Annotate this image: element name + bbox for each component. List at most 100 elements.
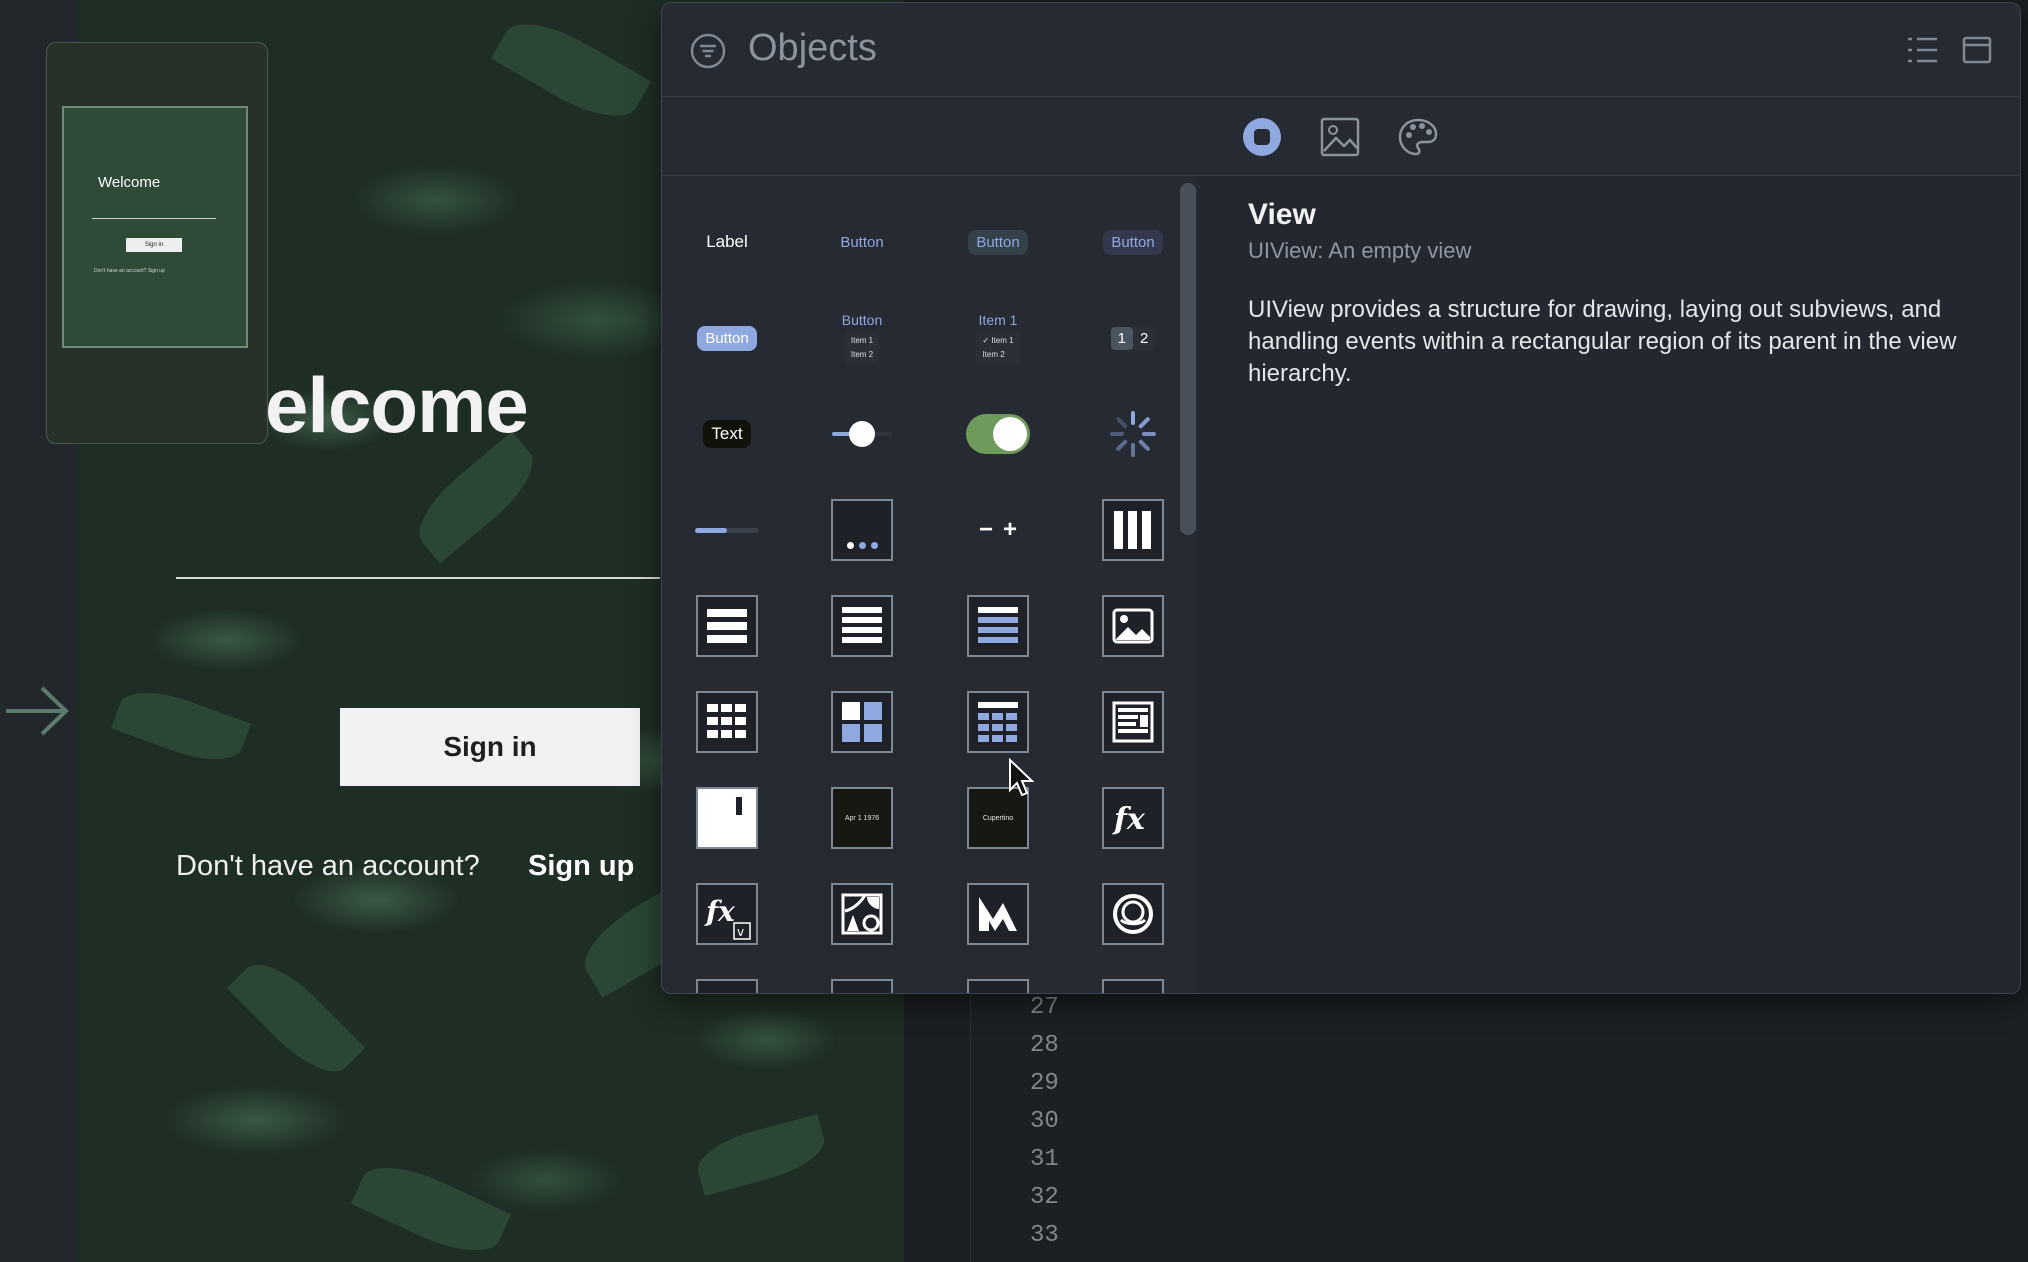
pop-up-button-text: Item 1 <box>978 312 1018 328</box>
map-icon <box>831 883 893 945</box>
formula-variable-object[interactable]: fx v <box>695 882 759 946</box>
menu-preview: Item 1 Item 2 <box>844 332 880 364</box>
detail-description: UIView provides a structure for drawing,… <box>1248 296 1957 387</box>
group-object[interactable] <box>1101 978 1165 993</box>
spinner-icon <box>1110 411 1156 457</box>
line-number: 27 <box>1030 994 1059 1021</box>
expression-object[interactable]: fx <box>1101 786 1165 850</box>
preview-sign-in-button: Sign in <box>126 238 182 252</box>
button-object-text: Button <box>840 233 884 251</box>
metal-icon <box>967 883 1029 945</box>
library-tabs <box>662 97 2020 176</box>
text-view-icon <box>1102 691 1164 753</box>
map-object[interactable] <box>830 882 894 946</box>
filter-icon[interactable] <box>690 33 726 69</box>
stepper-object[interactable]: − + <box>966 498 1030 562</box>
group-icon <box>831 979 893 993</box>
menu-item: Item 1 <box>850 336 874 345</box>
pull-down-button-object[interactable]: Button Item 1 Item 2 <box>830 306 894 370</box>
page-dot <box>846 542 854 549</box>
menu-item: Item 2 <box>982 350 1005 359</box>
filled-button-object[interactable]: Button <box>695 306 759 370</box>
tinted-button-object[interactable]: Button <box>1101 210 1165 274</box>
page-dot <box>858 542 866 549</box>
mouse-cursor-icon <box>1009 758 1034 797</box>
leaf-decoration <box>111 679 251 773</box>
minus-icon: − <box>978 516 993 543</box>
page-dot <box>870 542 878 549</box>
pull-down-button-text: Button <box>841 312 883 328</box>
slider-object[interactable] <box>830 402 894 466</box>
leaf-decoration <box>491 6 651 134</box>
color-palette-icon[interactable] <box>1398 117 1438 157</box>
segmented-control-object[interactable]: 1 2 <box>1101 306 1165 370</box>
filled-button-text: Button <box>697 325 757 351</box>
collection-view-controller-object[interactable] <box>966 690 1030 754</box>
scrollbar-thumb[interactable] <box>1180 183 1196 535</box>
text-field-underline[interactable] <box>176 577 660 579</box>
person-object[interactable] <box>695 978 759 993</box>
object-library-grid: Label Button Button Button Button Button… <box>662 176 1186 993</box>
svg-text:fx: fx <box>1112 802 1146 837</box>
progress-bar-icon <box>695 528 759 533</box>
code-editor[interactable] <box>970 994 2028 1262</box>
leaf-decoration <box>404 431 548 564</box>
gray-button-text: Button <box>968 229 1028 255</box>
person-object[interactable] <box>966 978 1030 993</box>
objects-tab-icon[interactable] <box>1242 117 1282 157</box>
collection-controller-icon <box>967 691 1029 753</box>
line-number: 32 <box>1030 1184 1059 1211</box>
gray-button-object[interactable]: Button <box>966 210 1030 274</box>
view-object[interactable] <box>695 786 759 850</box>
collection-view-icon <box>696 691 758 753</box>
scenekit-icon <box>1102 883 1164 945</box>
preview-footer-text: Don't have an account? Sign up <box>94 268 165 274</box>
scenekit-view-object[interactable] <box>1101 882 1165 946</box>
collection-view-object[interactable] <box>695 690 759 754</box>
no-account-label: Don't have an account? <box>176 850 480 882</box>
menu-item: ✓ Item 1 <box>982 336 1014 345</box>
text-view-object[interactable] <box>1101 690 1165 754</box>
person-icon <box>696 979 758 993</box>
progress-view-object[interactable] <box>695 498 759 562</box>
welcome-heading: elcome <box>265 361 529 449</box>
activity-indicator-object[interactable] <box>1101 402 1165 466</box>
button-object[interactable]: Button <box>830 210 894 274</box>
arrow-right-icon[interactable] <box>2 676 72 746</box>
sign-in-button[interactable]: Sign in <box>340 708 640 786</box>
media-tab-icon[interactable] <box>1320 117 1360 157</box>
text-field-text: Text <box>703 420 751 448</box>
date-picker-tile: Apr 1 1976 <box>831 787 893 849</box>
table-view-object[interactable] <box>695 594 759 658</box>
stack-view-object[interactable] <box>1101 498 1165 562</box>
table-view-cell-object[interactable] <box>830 594 894 658</box>
window-icon[interactable] <box>1962 35 1992 65</box>
detail-subtitle: UIView: An empty view <box>1248 238 1472 263</box>
group-icon <box>1102 979 1164 993</box>
image-view-object[interactable] <box>1101 594 1165 658</box>
switch-object[interactable] <box>966 402 1030 466</box>
collection-view-cell-object[interactable] <box>830 690 894 754</box>
group-object[interactable] <box>830 978 894 993</box>
slider-icon <box>832 421 892 447</box>
tinted-button-text: Button <box>1103 229 1163 255</box>
preview-screen: Welcome Sign in Don't have an account? S… <box>62 106 248 348</box>
metal-view-object[interactable] <box>966 882 1030 946</box>
list-view-icon[interactable] <box>1906 35 1938 65</box>
svg-text:v: v <box>737 925 744 939</box>
page-control-tile <box>831 499 893 561</box>
text-field-object[interactable]: Text <box>695 402 759 466</box>
sign-up-link[interactable]: Sign up <box>528 850 634 883</box>
date-picker-object[interactable]: Apr 1 1976 <box>830 786 894 850</box>
collection-cell-icon <box>831 691 893 753</box>
table-cell-icon <box>831 595 893 657</box>
table-view-controller-object[interactable] <box>966 594 1030 658</box>
pop-up-button-object[interactable]: Item 1 ✓ Item 1 Item 2 <box>966 306 1030 370</box>
objects-library-panel: Objects Label Button Button Button Butto… <box>661 2 2021 994</box>
page-control-object[interactable] <box>830 498 894 562</box>
table-controller-icon <box>967 595 1029 657</box>
date-picker-value: Apr 1 1976 <box>844 814 880 822</box>
line-number: 29 <box>1030 1070 1059 1097</box>
label-object[interactable]: Label <box>695 210 759 274</box>
svg-text:fx: fx <box>704 895 735 928</box>
